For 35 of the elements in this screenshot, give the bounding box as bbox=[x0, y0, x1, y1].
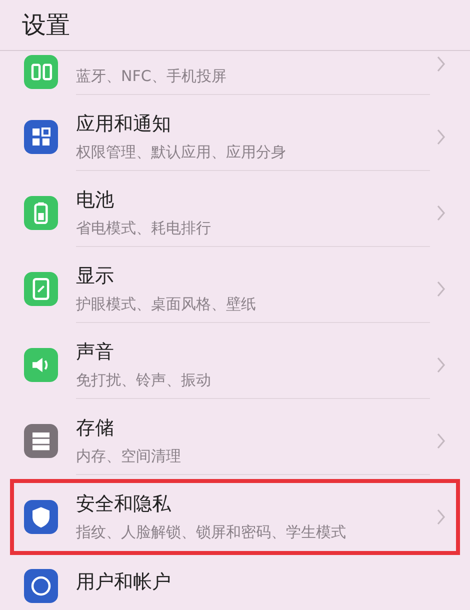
storage-icon bbox=[24, 424, 58, 458]
settings-item[interactable]: 用户和帐户 bbox=[10, 555, 460, 610]
chevron-icon bbox=[436, 55, 446, 73]
item-subtitle: 省电模式、耗电排行 bbox=[76, 219, 212, 238]
item-subtitle: 蓝牙、NFC、手机投屏 bbox=[76, 67, 228, 86]
chevron-icon bbox=[436, 508, 446, 526]
settings-item[interactable]: 电池 省电模式、耗电排行 bbox=[10, 175, 460, 251]
settings-item[interactable]: 安全和隐私 指纹、人脸解锁、锁屏和密码、学生模式 bbox=[10, 479, 460, 555]
item-title: 电池 bbox=[76, 188, 115, 213]
item-title: 安全和隐私 bbox=[76, 492, 172, 517]
chevron-icon bbox=[436, 356, 446, 374]
chevron-icon bbox=[436, 432, 446, 450]
chevron-icon bbox=[436, 280, 446, 298]
sound-icon bbox=[24, 348, 58, 382]
item-title: 应用和通知 bbox=[76, 112, 172, 137]
item-subtitle: 指纹、人脸解锁、锁屏和密码、学生模式 bbox=[76, 523, 347, 542]
shield-icon bbox=[24, 500, 58, 534]
settings-item[interactable]: 声音 免打扰、铃声、振动 bbox=[10, 327, 460, 403]
item-title: 显示 bbox=[76, 264, 115, 289]
settings-item[interactable]: 显示 护眼模式、桌面风格、壁纸 bbox=[10, 251, 460, 327]
page-title: 设置 bbox=[22, 10, 70, 41]
display-icon bbox=[24, 272, 58, 306]
settings-item[interactable]: 存储 内存、空间清理 bbox=[10, 403, 460, 479]
apps-icon bbox=[24, 120, 58, 154]
item-subtitle: 内存、空间清理 bbox=[76, 447, 182, 466]
item-subtitle: 免打扰、铃声、振动 bbox=[76, 371, 212, 390]
chevron-icon bbox=[436, 128, 446, 146]
item-title: 用户和帐户 bbox=[76, 570, 172, 595]
item-title: 声音 bbox=[76, 340, 115, 365]
settings-item[interactable]: 应用和通知 权限管理、默认应用、应用分身 bbox=[10, 99, 460, 175]
chevron-icon bbox=[436, 204, 446, 222]
battery-icon bbox=[24, 196, 58, 230]
item-subtitle: 护眼模式、桌面风格、壁纸 bbox=[76, 295, 257, 314]
item-title: 存储 bbox=[76, 416, 115, 441]
item-subtitle: 权限管理、默认应用、应用分身 bbox=[76, 143, 287, 162]
